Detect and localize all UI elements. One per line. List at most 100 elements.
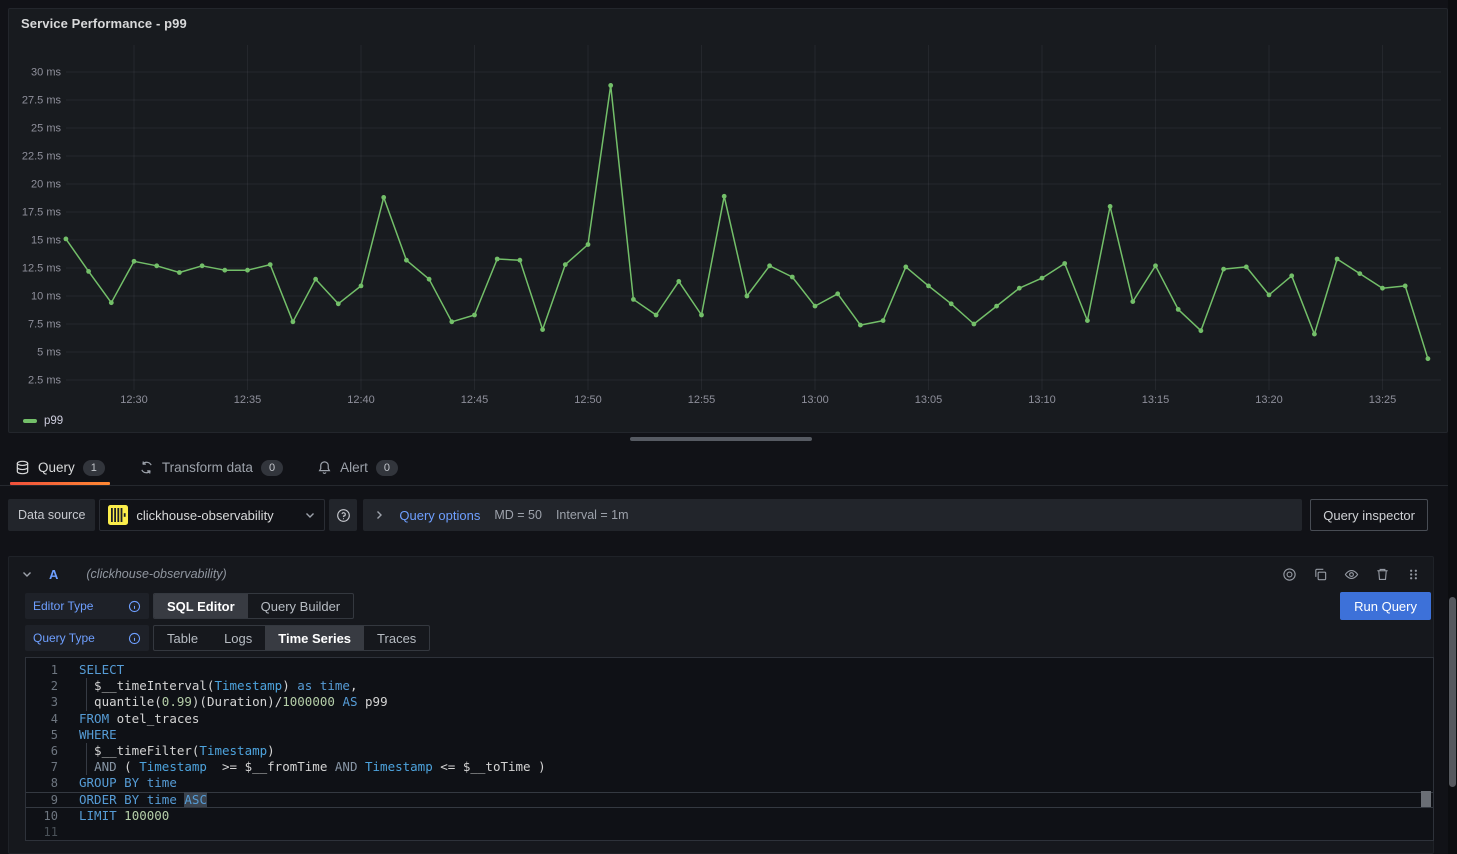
grafana-panel-edit-page: Service Performance - p99 30 ms 27.5 ms 25… [0,0,1457,854]
svg-text:2.5 ms: 2.5 ms [28,375,62,387]
code-line-2[interactable]: 2 $__timeInterval(Timestamp) as time, [26,678,1433,694]
hide-response-eye-icon[interactable] [1344,567,1359,582]
svg-text:13:00: 13:00 [801,394,829,406]
datasource-picker-value: clickhouse-observability [136,508,296,523]
code-line-4[interactable]: 4FROM otel_traces [26,711,1433,727]
transform-icon [139,460,154,475]
timeseries-panel: Service Performance - p99 30 ms 27.5 ms 25… [8,8,1448,433]
disable-query-icon[interactable] [1282,567,1297,582]
svg-text:20 ms: 20 ms [31,179,61,191]
page-scrollbar-thumb[interactable] [1449,597,1456,787]
tab-alert-label: Alert [340,460,368,475]
tab-transform-data[interactable]: Transform data 0 [134,450,288,485]
duplicate-query-icon[interactable] [1313,567,1328,582]
query-options-md: MD = 50 [494,508,542,522]
query-type-option-table[interactable]: Table [154,626,211,650]
svg-text:25 ms: 25 ms [31,123,61,135]
code-line-8[interactable]: 8GROUP BY time [26,775,1433,791]
query-editor-card: A (clickhouse-observability) [8,556,1434,854]
code-line-1[interactable]: 1SELECT [26,662,1433,678]
code-lines: 1SELECT2 $__timeInterval(Timestamp) as t… [26,662,1433,840]
tab-transform-label: Transform data [162,460,253,475]
query-type-option-time-series[interactable]: Time Series [265,626,364,650]
editor-type-radio-group: SQL Editor Query Builder [153,593,354,619]
query-datasource-hint: (clickhouse-observability) [86,567,226,581]
timeseries-chart[interactable]: 30 ms27.5 ms25 ms22.5 ms20 ms17.5 ms15 m… [9,37,1447,412]
clickhouse-logo-icon [108,505,128,525]
svg-text:5 ms: 5 ms [37,347,61,359]
svg-text:13:05: 13:05 [915,394,943,406]
editor-rows: Editor Type SQL Editor Query Builder Que… [9,591,1433,841]
panel-title[interactable]: Service Performance - p99 [21,16,187,31]
editor-type-option-sql-editor[interactable]: SQL Editor [154,594,248,618]
svg-text:7.5 ms: 7.5 ms [28,319,62,331]
svg-text:12:40: 12:40 [347,394,375,406]
tab-alert[interactable]: Alert 0 [312,450,403,485]
svg-text:22.5 ms: 22.5 ms [22,151,62,163]
svg-text:10 ms: 10 ms [31,291,61,303]
editor-type-label: Editor Type [33,599,93,613]
query-type-row: Query Type Table Logs Time Series Traces [25,625,1433,651]
query-row-actions [1282,567,1421,582]
code-line-7[interactable]: 7 AND ( Timestamp >= $__fromTime AND Tim… [26,759,1433,775]
info-icon[interactable] [128,632,141,645]
info-icon[interactable] [128,600,141,613]
legend-swatch [23,419,37,423]
question-circle-icon [336,508,351,523]
query-type-radio-group: Table Logs Time Series Traces [153,625,430,651]
datasource-picker[interactable]: clickhouse-observability [99,499,325,531]
code-line-11[interactable]: 11 [26,824,1433,840]
svg-text:27.5 ms: 27.5 ms [22,95,62,107]
datasource-row: Data source clickhouse-observability Que… [8,499,1428,531]
legend-series-label[interactable]: p99 [44,415,63,427]
svg-text:12.5 ms: 12.5 ms [22,263,62,275]
editor-type-label-pill: Editor Type [25,593,149,619]
tab-query-count: 1 [83,460,105,476]
database-icon [15,460,30,475]
tab-query[interactable]: Query 1 [10,450,110,485]
query-options-strip: Query options MD = 50 Interval = 1m [363,499,1302,531]
query-inspector-button[interactable]: Query inspector [1310,499,1428,531]
editor-type-row: Editor Type SQL Editor Query Builder [25,593,1433,619]
tab-transform-count: 0 [261,460,283,476]
bell-icon [317,460,332,475]
query-type-option-logs[interactable]: Logs [211,626,265,650]
code-line-9[interactable]: 9ORDER BY time ASC [26,792,1433,808]
svg-text:12:30: 12:30 [120,394,148,406]
chart-legend: p99 [23,415,63,427]
query-options-toggle[interactable]: Query options [399,508,480,523]
svg-text:13:15: 13:15 [1142,394,1170,406]
editor-type-option-query-builder[interactable]: Query Builder [248,594,353,618]
code-line-3[interactable]: 3 quantile(0.99)(Duration)/1000000 AS p9… [26,694,1433,710]
code-line-10[interactable]: 10LIMIT 100000 [26,808,1433,824]
panel-resize-handle[interactable] [630,437,812,441]
page-scrollbar-track[interactable] [1448,0,1457,854]
svg-text:15 ms: 15 ms [31,235,61,247]
remove-query-trash-icon[interactable] [1375,567,1390,582]
tab-query-label: Query [38,460,75,475]
editor-scrollbar-thumb[interactable] [1421,791,1431,807]
query-type-option-traces[interactable]: Traces [364,626,429,650]
collapse-chevron-icon[interactable] [21,568,33,580]
svg-text:13:25: 13:25 [1369,394,1397,406]
svg-text:13:20: 13:20 [1255,394,1283,406]
run-query-button[interactable]: Run Query [1340,592,1431,620]
datasource-help-button[interactable] [329,499,357,531]
query-options-interval: Interval = 1m [556,508,629,522]
svg-text:12:35: 12:35 [234,394,262,406]
svg-text:13:10: 13:10 [1028,394,1056,406]
query-row-header[interactable]: A (clickhouse-observability) [9,557,1433,591]
code-line-6[interactable]: 6 $__timeFilter(Timestamp) [26,743,1433,759]
svg-text:12:50: 12:50 [574,394,602,406]
drag-query-grip-icon[interactable] [1406,567,1421,582]
query-type-label-pill: Query Type [25,625,149,651]
chevron-down-icon [304,509,316,521]
query-ref-id[interactable]: A [49,567,58,582]
query-type-label: Query Type [33,631,95,645]
code-line-5[interactable]: 5WHERE [26,727,1433,743]
svg-text:12:45: 12:45 [461,394,489,406]
svg-text:30 ms: 30 ms [31,67,61,79]
editor-tabbar: Query 1 Transform data 0 Alert 0 [0,450,1457,486]
chevron-right-icon[interactable] [373,509,385,521]
sql-code-editor[interactable]: 1SELECT2 $__timeInterval(Timestamp) as t… [25,657,1434,841]
